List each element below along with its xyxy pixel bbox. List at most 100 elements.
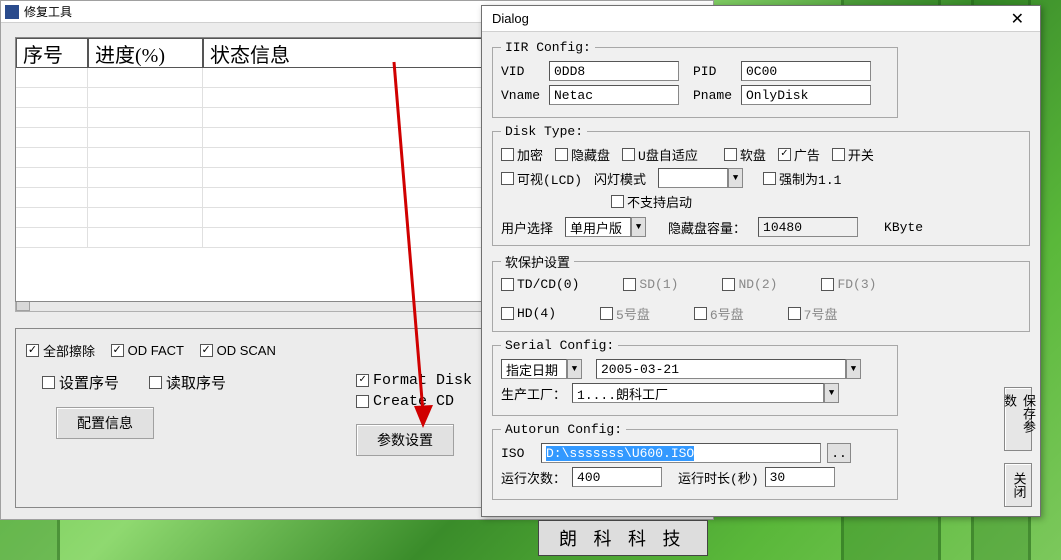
serial-legend: Serial Config:	[501, 338, 618, 353]
vname-input[interactable]: Netac	[549, 85, 679, 105]
chk-force11[interactable]	[763, 172, 776, 185]
lbl-nd: ND(2)	[738, 277, 777, 292]
brand-footer: 朗 科 科 技	[538, 520, 708, 556]
iso-input[interactable]: D:\sssssss\U600.ISO	[541, 443, 821, 463]
chk-sd	[623, 278, 636, 291]
user-select-dropdown-icon[interactable]: ▼	[631, 217, 646, 237]
runs-label: 运行次数：	[501, 468, 566, 487]
factory-dropdown-icon[interactable]: ▼	[824, 383, 839, 403]
chk-floppy[interactable]	[724, 148, 737, 161]
lbl-lcd: 可视(LCD)	[517, 169, 582, 188]
factory-label: 生产工厂：	[501, 384, 566, 403]
lbl-od-fact: OD FACT	[128, 343, 184, 358]
chk-d5	[600, 307, 613, 320]
config-info-button[interactable]: 配置信息	[56, 407, 154, 439]
date-value-dropdown-icon[interactable]: ▼	[846, 359, 861, 379]
lbl-d5: 5号盘	[616, 304, 650, 323]
pname-input[interactable]: OnlyDisk	[741, 85, 871, 105]
chk-ad[interactable]	[778, 148, 791, 161]
soft-protect-legend: 软保护设置	[501, 252, 574, 271]
chk-encrypt[interactable]	[501, 148, 514, 161]
chk-u-adapt[interactable]	[622, 148, 635, 161]
lbl-ad: 广告	[794, 145, 820, 164]
lbl-sd: SD(1)	[639, 277, 678, 292]
lbl-force11: 强制为1.1	[779, 169, 841, 188]
lbl-d6: 6号盘	[710, 304, 744, 323]
chk-erase-all[interactable]	[26, 344, 39, 357]
user-select[interactable]: 单用户版	[565, 217, 631, 237]
chk-od-scan[interactable]	[200, 344, 213, 357]
lbl-set-serial: 设置序号	[59, 372, 119, 393]
lbl-tdcd: TD/CD(0)	[517, 277, 579, 292]
date-value-select[interactable]: 2005-03-21	[596, 359, 846, 379]
main-title: 修复工具	[24, 3, 72, 20]
lbl-od-scan: OD SCAN	[217, 343, 276, 358]
hidden-cap-input[interactable]: 10480	[758, 217, 858, 237]
settings-dialog: Dialog ✕ IIR Config: VID 0DD8 PID 0C00 V…	[481, 5, 1041, 517]
chk-switch[interactable]	[832, 148, 845, 161]
lbl-erase-all: 全部擦除	[43, 341, 95, 360]
runs-input[interactable]: 400	[572, 467, 662, 487]
autorun-legend: Autorun Config:	[501, 422, 626, 437]
pid-label: PID	[693, 64, 735, 79]
autorun-config-group: Autorun Config: ISO D:\sssssss\U600.ISO …	[492, 422, 898, 500]
lbl-read-serial: 读取序号	[166, 372, 226, 393]
lbl-u-adapt: U盘自适应	[638, 145, 698, 164]
lbl-fd: FD(3)	[837, 277, 876, 292]
hidden-cap-label: 隐藏盘容量：	[668, 218, 746, 237]
iir-legend: IIR Config:	[501, 40, 595, 55]
vname-label: Vname	[501, 88, 543, 103]
lbl-no-boot: 不支持启动	[627, 192, 692, 211]
chk-hd[interactable]	[501, 307, 514, 320]
lbl-floppy: 软盘	[740, 145, 766, 164]
lbl-switch: 开关	[848, 145, 874, 164]
pid-input[interactable]: 0C00	[741, 61, 871, 81]
app-icon	[5, 5, 19, 19]
date-mode-select[interactable]: 指定日期	[501, 359, 567, 379]
chk-tdcd[interactable]	[501, 278, 514, 291]
lbl-d7: 7号盘	[804, 304, 838, 323]
dialog-close-button[interactable]: ✕	[1005, 9, 1030, 29]
pname-label: Pname	[693, 88, 735, 103]
chk-lcd[interactable]	[501, 172, 514, 185]
iso-label: ISO	[501, 446, 535, 461]
scroll-left-button[interactable]	[16, 301, 30, 311]
lbl-hidden-disk: 隐藏盘	[571, 145, 610, 164]
lbl-format-disk: Format Disk	[373, 372, 472, 389]
chk-hidden-disk[interactable]	[555, 148, 568, 161]
chk-read-serial[interactable]	[149, 376, 162, 389]
col-progress[interactable]: 进度(%)	[88, 38, 203, 68]
duration-label: 运行时长(秒)	[678, 468, 759, 487]
lbl-flash-mode: 闪灯模式	[594, 169, 646, 188]
chk-set-serial[interactable]	[42, 376, 55, 389]
chk-create-cd[interactable]	[356, 395, 369, 408]
chk-no-boot[interactable]	[611, 195, 624, 208]
soft-protect-group: 软保护设置 TD/CD(0) SD(1) ND(2) FD(3) HD(4) 5…	[492, 252, 1030, 332]
iso-browse-button[interactable]: ..	[827, 443, 851, 463]
lbl-encrypt: 加密	[517, 145, 543, 164]
duration-input[interactable]: 30	[765, 467, 835, 487]
dialog-titlebar[interactable]: Dialog ✕	[482, 6, 1040, 32]
chk-nd	[722, 278, 735, 291]
disk-type-legend: Disk Type:	[501, 124, 587, 139]
disk-type-group: Disk Type: 加密 隐藏盘 U盘自适应 软盘 广告 开关 可视(LCD)…	[492, 124, 1030, 246]
param-settings-button[interactable]: 参数设置	[356, 424, 454, 456]
dialog-title: Dialog	[492, 11, 529, 26]
factory-select[interactable]: 1....朗科工厂	[572, 383, 824, 403]
flash-mode-dropdown-icon[interactable]: ▼	[728, 168, 743, 188]
serial-config-group: Serial Config: 指定日期 ▼ 2005-03-21 ▼ 生产工厂：…	[492, 338, 898, 416]
save-params-button[interactable]: 保存参数	[1004, 387, 1032, 451]
col-serial[interactable]: 序号	[16, 38, 88, 68]
iir-config-group: IIR Config: VID 0DD8 PID 0C00 Vname Neta…	[492, 40, 898, 118]
chk-d6	[694, 307, 707, 320]
vid-label: VID	[501, 64, 543, 79]
close-button[interactable]: 关闭	[1004, 463, 1032, 507]
lbl-create-cd: Create CD	[373, 393, 454, 410]
chk-format-disk[interactable]	[356, 374, 369, 387]
flash-mode-select[interactable]	[658, 168, 728, 188]
chk-od-fact[interactable]	[111, 344, 124, 357]
vid-input[interactable]: 0DD8	[549, 61, 679, 81]
date-mode-dropdown-icon[interactable]: ▼	[567, 359, 582, 379]
user-select-label: 用户选择	[501, 218, 553, 237]
hidden-cap-unit: KByte	[884, 220, 923, 235]
